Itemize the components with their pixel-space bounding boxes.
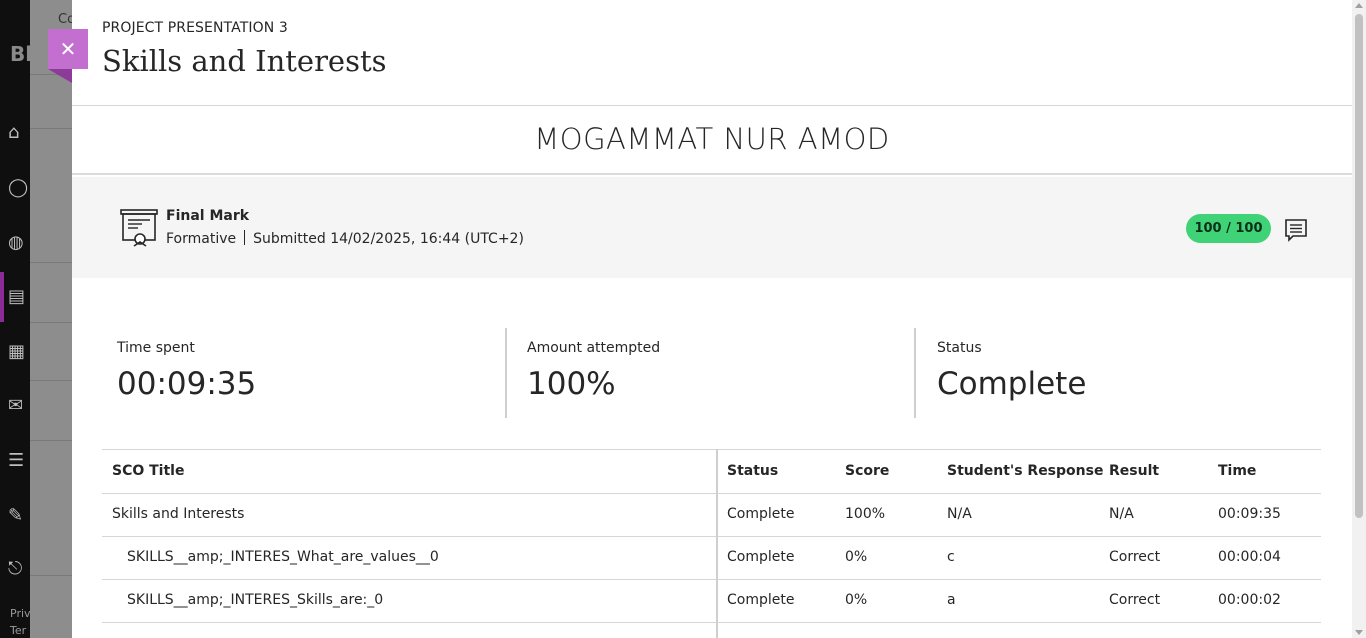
stat-label: Time spent (117, 340, 195, 356)
tools-icon[interactable]: ✎ (8, 505, 30, 527)
cell-result: N/A (1109, 506, 1134, 522)
close-button-tab (48, 69, 72, 83)
grade-type: Formative (166, 231, 237, 247)
cell-response: c (947, 549, 955, 565)
column-header-response[interactable]: Student's Response (947, 450, 1103, 493)
stat-value: 100% (527, 366, 616, 402)
stat-value: 00:09:35 (117, 366, 257, 402)
scrollbar-thumb[interactable] (1355, 14, 1363, 518)
modal-title: Skills and Interests (102, 44, 387, 78)
close-button[interactable]: ✕ (48, 29, 88, 69)
cell-score: 0% (845, 592, 868, 608)
profile-icon[interactable]: ◯ (8, 177, 30, 199)
cell-time: 00:09:35 (1218, 506, 1281, 522)
globe-icon[interactable]: ◍ (8, 232, 30, 254)
cell-score: 100% (845, 506, 886, 522)
cell-sco-title: SKILLS__amp;_INTERES_What_are_values__0 (127, 549, 439, 565)
column-header-sco-title[interactable]: SCO Title (112, 450, 184, 493)
grades-icon[interactable]: ☰ (8, 450, 30, 472)
grade-meta: Formative Submitted 14/02/2025, 16:44 (UT… (166, 230, 524, 247)
submission-date: Submitted 14/02/2025, 16:44 (UTC+2) (253, 231, 524, 247)
privacy-link[interactable]: Priv (10, 607, 31, 620)
terms-link[interactable]: Ter (10, 624, 26, 637)
cell-sco-title: Skills and Interests (112, 506, 245, 522)
messages-icon[interactable]: ✉ (8, 395, 30, 417)
background-course-panel: Co (30, 0, 75, 638)
nav-active-indicator (0, 272, 4, 322)
courses-icon[interactable]: ▤ (8, 286, 30, 308)
certificate-icon (120, 209, 158, 247)
cell-result: Correct (1109, 549, 1161, 565)
left-navigation: ⌂ ◯ ◍ ▤ ▦ ✉ ☰ ✎ ⎋ Bl Priv Ter (0, 0, 33, 638)
cell-status: Complete (727, 506, 795, 522)
stat-status: Status Complete (937, 328, 1317, 418)
stat-label: Amount attempted (527, 340, 661, 356)
student-divider (72, 173, 1352, 175)
header-divider (72, 105, 1352, 106)
table-row: SKILLS__amp;_INTERES_What_are_values__0 … (102, 536, 1321, 580)
cell-time: 00:00:02 (1218, 592, 1281, 608)
brand-logo-text: Bl (10, 42, 33, 66)
column-header-score[interactable]: Score (845, 450, 889, 493)
cell-status: Complete (727, 549, 795, 565)
calendar-icon[interactable]: ▦ (8, 341, 30, 363)
modal-scrollbar[interactable] (1352, 0, 1366, 638)
table-row: Skills and Interests Complete 100% N/A N… (102, 493, 1321, 537)
stat-divider (505, 328, 507, 418)
cell-result: Correct (1109, 592, 1161, 608)
cell-status: Complete (727, 592, 795, 608)
column-header-result[interactable]: Result (1109, 450, 1159, 493)
grade-summary-bar (72, 177, 1352, 278)
cell-response: a (947, 592, 956, 608)
cell-response: N/A (947, 506, 972, 522)
institution-icon[interactable]: ⌂ (8, 122, 30, 144)
cell-time: 00:00:04 (1218, 549, 1281, 565)
stat-value: Complete (937, 366, 1087, 402)
stat-divider (914, 328, 916, 418)
table-column-divider (716, 449, 718, 638)
meta-separator (244, 230, 246, 245)
column-header-status[interactable]: Status (727, 450, 778, 493)
student-name: MOGAMMAT NUR AMOD (534, 122, 890, 156)
grade-title: Final Mark (166, 208, 250, 224)
close-icon: ✕ (59, 37, 77, 61)
table-row: SKILLS__amp;_INTERES_Skills_are:_0 Compl… (102, 579, 1321, 623)
stat-label: Status (937, 340, 982, 356)
stat-amount-attempted: Amount attempted 100% (527, 328, 907, 418)
cell-score: 0% (845, 549, 868, 565)
scroll-down-arrow-icon[interactable] (1355, 630, 1363, 635)
sign-out-icon[interactable]: ⎋ (8, 558, 30, 580)
column-header-time[interactable]: Time (1218, 450, 1256, 493)
feedback-icon[interactable] (1284, 218, 1308, 242)
modal-subtitle: PROJECT PRESENTATION 3 (102, 20, 288, 36)
score-badge: 100 / 100 (1186, 214, 1271, 243)
table-header-row: SCO Title Status Score Student's Respons… (102, 449, 1321, 494)
stat-time-spent: Time spent 00:09:35 (117, 328, 497, 418)
scroll-up-arrow-icon[interactable] (1355, 3, 1363, 8)
cell-sco-title: SKILLS__amp;_INTERES_Skills_are:_0 (127, 592, 384, 608)
